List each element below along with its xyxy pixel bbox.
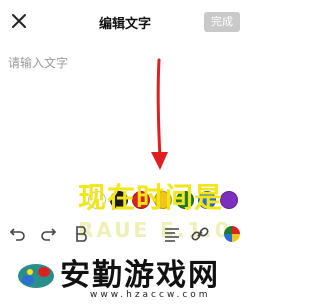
red-arrow-annotation xyxy=(151,58,168,170)
color-swatch-red[interactable] xyxy=(132,191,150,209)
close-icon[interactable] xyxy=(8,10,30,32)
site-name: 安勤游戏网 xyxy=(60,258,220,293)
site-url: www.hzaccw.com xyxy=(90,290,211,300)
site-logo-icon xyxy=(15,261,57,291)
color-swatch-blue[interactable] xyxy=(198,191,216,209)
redo-icon[interactable] xyxy=(38,224,58,244)
color-swatch-purple[interactable] xyxy=(220,191,238,209)
color-swatch-yellow[interactable] xyxy=(154,191,172,209)
undo-icon[interactable] xyxy=(8,224,28,244)
top-bar: 编辑文字 完成 xyxy=(0,0,250,44)
color-swatch-white[interactable] xyxy=(88,191,106,209)
bold-icon[interactable] xyxy=(72,224,92,244)
link-icon[interactable] xyxy=(190,224,210,244)
color-swatch-green[interactable] xyxy=(176,191,194,209)
color-swatch-black[interactable] xyxy=(110,191,128,209)
done-button[interactable]: 完成 xyxy=(204,12,240,32)
align-icon[interactable] xyxy=(162,224,182,244)
color-swatch-row xyxy=(86,188,246,212)
site-watermark: 安勤游戏网 www.hzaccw.com xyxy=(0,242,250,305)
text-input[interactable] xyxy=(8,54,240,174)
color-wheel-icon[interactable] xyxy=(222,224,242,244)
